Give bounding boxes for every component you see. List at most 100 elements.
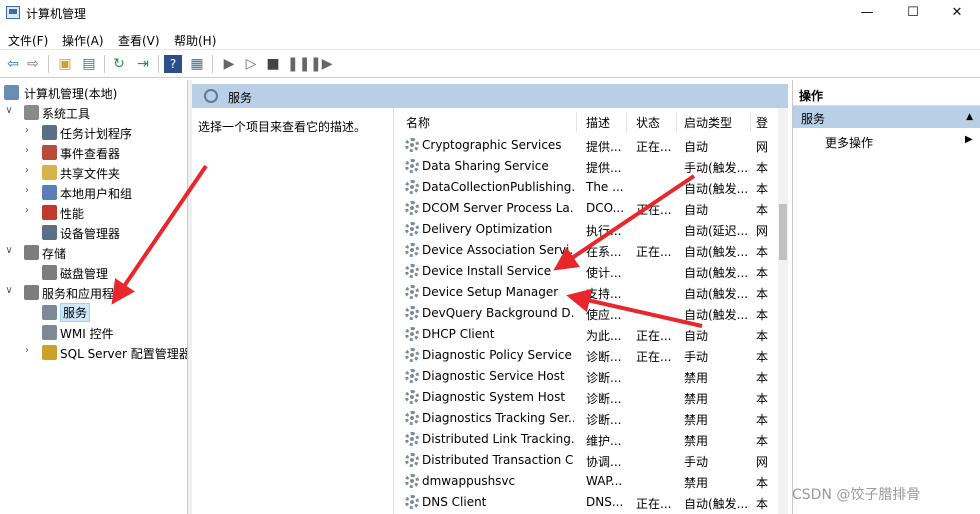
play-icon[interactable]: ▶ — [220, 55, 238, 73]
service-name: DCOM Server Process La... — [422, 201, 574, 215]
service-description: 使应... — [586, 308, 622, 322]
tree-item[interactable]: › 任务计划程序 — [0, 122, 187, 142]
column-separator[interactable] — [750, 112, 751, 132]
service-description: 提供... — [586, 140, 622, 154]
chevron-down-icon[interactable]: ∨ — [4, 245, 14, 256]
service-row[interactable]: Diagnostic Policy Service 诊断... 正在... 手动 本 — [396, 345, 770, 366]
chevron-right-icon[interactable]: › — [22, 165, 32, 176]
service-description: 协调... — [586, 455, 622, 469]
chevron-down-icon[interactable]: ∨ — [4, 105, 14, 116]
tree-item[interactable]: ∨ 系统工具 — [0, 102, 187, 122]
service-logon: 本 — [756, 308, 769, 322]
service-row[interactable]: Diagnostic System Host 诊断... 禁用 本 — [396, 387, 770, 408]
tree-item[interactable]: › 事件查看器 — [0, 142, 187, 162]
window-title: 计算机管理 — [26, 7, 87, 21]
chevron-down-icon[interactable]: ∨ — [4, 285, 14, 296]
service-name: Diagnostic Policy Service — [422, 348, 572, 362]
service-row[interactable]: Diagnostic Service Host 诊断... 禁用 本 — [396, 366, 770, 387]
column-name[interactable]: 名称 — [406, 114, 430, 131]
service-logon: 网 — [756, 140, 769, 154]
service-row[interactable]: DCOM Server Process La... DCO... 正在... 自动 本 — [396, 198, 770, 219]
service-row[interactable]: Delivery Optimization 执行... 自动(延迟... 网 — [396, 219, 770, 240]
service-description: WAP... — [586, 474, 623, 488]
tree-item[interactable]: › 性能 — [0, 202, 187, 222]
service-row[interactable]: dmwappushsvc WAP... 禁用 本 — [396, 471, 770, 492]
service-logon: 本 — [756, 392, 769, 406]
gear-icon — [42, 305, 57, 320]
device-manager-icon — [42, 225, 57, 240]
chevron-right-icon[interactable]: › — [22, 145, 32, 156]
column-separator[interactable] — [676, 112, 677, 132]
chevron-right-icon[interactable]: › — [22, 125, 32, 136]
service-name: Device Setup Manager — [422, 285, 559, 299]
service-row[interactable]: Device Association Servi... 在系... 正在... 自动(… — [396, 240, 770, 261]
up-folder-icon[interactable]: ▣ — [56, 55, 74, 73]
column-description[interactable]: 描述 — [586, 114, 610, 131]
chevron-right-icon[interactable]: › — [22, 185, 32, 196]
tree-item[interactable]: 计算机管理(本地) — [0, 82, 187, 102]
pause-icon[interactable]: ❚❚ — [287, 55, 310, 73]
service-row[interactable]: Device Install Service 使计... 自动(触发... 本 — [396, 261, 770, 282]
toolbar-separator — [48, 55, 49, 73]
show-hide-tree-icon[interactable]: ▤ — [80, 55, 98, 73]
service-row[interactable]: Data Sharing Service 提供... 手动(触发... 本 — [396, 156, 770, 177]
service-startup-type: 自动(触发... — [684, 266, 749, 280]
tree-item[interactable]: 服务 — [0, 302, 187, 322]
tree-item[interactable]: ∨ 服务和应用程序 — [0, 282, 187, 302]
export-list-icon[interactable]: ⇥ — [134, 55, 152, 73]
chevron-right-icon[interactable]: › — [22, 205, 32, 216]
column-separator[interactable] — [626, 112, 627, 132]
service-row[interactable]: Diagnostics Tracking Ser... 诊断... 禁用 本 — [396, 408, 770, 429]
service-startup-type: 自动 — [684, 203, 709, 217]
column-separator[interactable] — [576, 112, 577, 132]
collapse-icon[interactable]: ▲ — [966, 112, 973, 122]
chevron-right-icon[interactable]: › — [22, 345, 32, 356]
service-row[interactable]: Cryptographic Services 提供... 正在... 自动 网 — [396, 135, 770, 156]
column-startup-type[interactable]: 启动类型 — [684, 114, 732, 131]
service-description: 支持... — [586, 287, 622, 301]
actions-section-services[interactable]: 服务 ▲ — [793, 106, 980, 128]
service-row[interactable]: DHCP Client 为此... 正在... 自动 本 — [396, 324, 770, 345]
help-icon[interactable]: ? — [164, 55, 182, 73]
more-actions-link[interactable]: 更多操作 — [825, 134, 873, 151]
service-logon: 本 — [756, 497, 769, 511]
service-row[interactable]: Device Setup Manager 支持... 自动(触发... 本 — [396, 282, 770, 303]
menu-file[interactable]: 文件(F) — [8, 32, 48, 49]
service-startup-type: 手动 — [684, 455, 709, 469]
menu-view[interactable]: 查看(V) — [118, 32, 160, 49]
stop-icon[interactable]: ■ — [264, 55, 282, 73]
tree-item[interactable]: 磁盘管理 — [0, 262, 187, 282]
tree-item[interactable]: WMI 控件 — [0, 322, 187, 342]
forward-arrow-icon[interactable]: ⇨ — [24, 55, 42, 73]
services-header: 服务 — [192, 84, 788, 108]
tree-item[interactable]: ∨ 存储 — [0, 242, 187, 262]
sql-server-icon — [42, 345, 57, 360]
back-arrow-icon[interactable]: ⇦ — [4, 55, 22, 73]
tree-item[interactable]: › 本地用户和组 — [0, 182, 187, 202]
properties-icon[interactable]: ▦ — [188, 55, 206, 73]
column-logon[interactable]: 登 — [756, 114, 768, 131]
tree-item[interactable]: 设备管理器 — [0, 222, 187, 242]
column-status[interactable]: 状态 — [636, 114, 660, 131]
service-row[interactable]: DNS Client DNS... 正在... 自动(触发... 本 — [396, 492, 770, 513]
service-row[interactable]: Distributed Link Tracking... 维护... 禁用 本 — [396, 429, 770, 450]
service-row[interactable]: Distributed Transaction C... 协调... 手动 网 — [396, 450, 770, 471]
refresh-icon[interactable]: ↻ — [110, 55, 128, 73]
chevron-right-icon[interactable]: ▶ — [965, 134, 973, 145]
service-startup-type: 自动 — [684, 140, 709, 154]
service-row[interactable]: DataCollectionPublishing... The ... 自动(触发.… — [396, 177, 770, 198]
tree-item-label: SQL Server 配置管理器 — [60, 347, 188, 361]
menu-action[interactable]: 操作(A) — [62, 32, 104, 49]
minimize-button[interactable]: — — [844, 0, 890, 26]
menu-help[interactable]: 帮助(H) — [174, 32, 216, 49]
restart-icon[interactable]: ❚▶ — [310, 55, 333, 73]
scrollbar-thumb[interactable] — [779, 204, 787, 260]
vertical-scrollbar[interactable] — [778, 108, 788, 514]
close-button[interactable]: ✕ — [934, 0, 980, 26]
tree-item[interactable]: › SQL Server 配置管理器 — [0, 342, 188, 362]
start-icon[interactable]: ▷ — [242, 55, 260, 73]
tree-item[interactable]: › 共享文件夹 — [0, 162, 187, 182]
maximize-button[interactable]: ☐ — [890, 0, 936, 26]
service-row[interactable]: DevQuery Background D... 使应... 自动(触发... 本 — [396, 303, 770, 324]
service-startup-type: 自动(触发... — [684, 497, 749, 511]
